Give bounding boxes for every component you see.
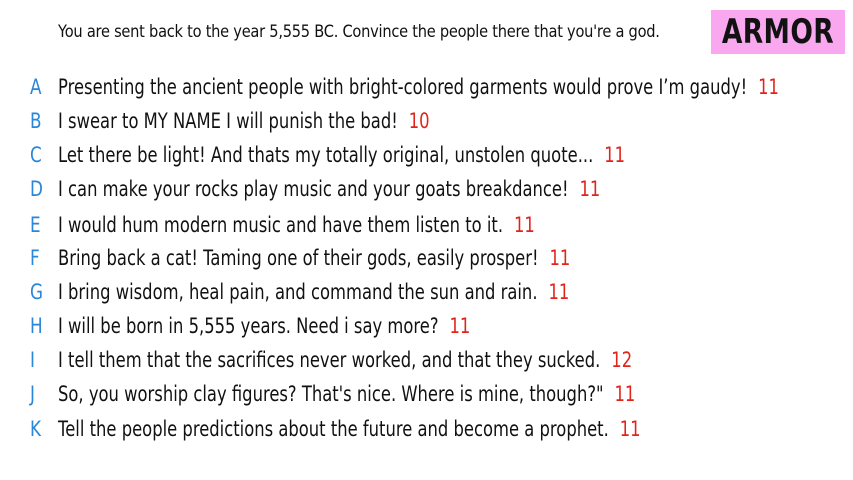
answer-score: 10: [408, 109, 430, 133]
answer-line: I bring wisdom, heal pain, and command t…: [58, 280, 569, 304]
answer-text: Bring back a cat! Taming one of their go…: [58, 246, 539, 270]
answer-score: 11: [614, 382, 636, 406]
answer-text: I swear to MY NAME I will punish the bad…: [58, 109, 398, 133]
answer-score: 11: [449, 314, 471, 338]
answer-line: I swear to MY NAME I will punish the bad…: [58, 109, 430, 133]
answer-score: 11: [604, 143, 626, 167]
answer-line: Tell the people predictions about the fu…: [58, 417, 641, 441]
answer-score: 11: [548, 280, 570, 304]
answer-letter: H: [30, 314, 43, 338]
answer-letter: F: [30, 246, 40, 270]
answer-line: I will be born in 5,555 years. Need i sa…: [58, 314, 470, 338]
answer-score: 11: [619, 417, 641, 441]
prompt-text: You are sent back to the year 5,555 BC. …: [58, 22, 660, 42]
answer-line: Bring back a cat! Taming one of their go…: [58, 246, 570, 270]
answer-letter: D: [30, 177, 43, 201]
answer-text: Let there be light! And thats my totally…: [58, 143, 594, 167]
answer-line: So, you worship clay figures? That's nic…: [58, 382, 635, 406]
answer-line: I tell them that the sacrifices never wo…: [58, 348, 632, 372]
answer-letter: E: [30, 213, 41, 237]
answer-text: I will be born in 5,555 years. Need i sa…: [58, 314, 439, 338]
answer-text: I bring wisdom, heal pain, and command t…: [58, 280, 538, 304]
answer-text: Presenting the ancient people with brigh…: [58, 75, 748, 99]
answer-letter: I: [30, 348, 35, 372]
answer-letter: B: [30, 109, 42, 133]
answer-text: Tell the people predictions about the fu…: [58, 417, 609, 441]
answer-text: I tell them that the sacrifices never wo…: [58, 348, 601, 372]
answer-text: I can make your rocks play music and you…: [58, 177, 569, 201]
answer-score: 11: [758, 75, 779, 99]
answer-letter: J: [30, 382, 35, 406]
answer-score: 11: [513, 213, 535, 237]
category-tag: ARMOR: [711, 10, 845, 54]
answer-line: I would hum modern music and have them l…: [58, 213, 535, 237]
answer-letter: C: [30, 143, 42, 167]
answer-score: 11: [549, 246, 571, 270]
answer-letter: A: [30, 75, 42, 99]
answer-letter: K: [30, 417, 42, 441]
answer-score: 11: [579, 177, 601, 201]
category-tag-label: ARMOR: [721, 12, 835, 52]
answer-text: So, you worship clay figures? That's nic…: [58, 382, 604, 406]
answer-letter: G: [30, 280, 44, 304]
answer-line: Let there be light! And thats my totally…: [58, 143, 625, 167]
answer-line: I can make your rocks play music and you…: [58, 177, 600, 201]
answer-score: 12: [611, 348, 633, 372]
answer-line: Presenting the ancient people with brigh…: [58, 75, 779, 99]
answer-text: I would hum modern music and have them l…: [58, 213, 504, 237]
